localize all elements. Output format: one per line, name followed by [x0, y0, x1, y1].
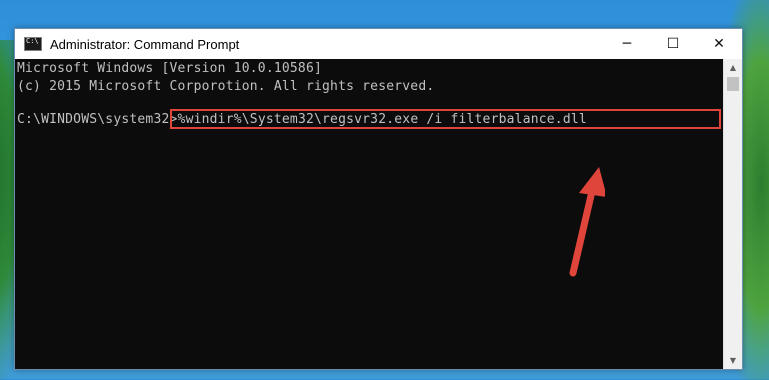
close-button[interactable]: ✕ [696, 29, 742, 59]
command-prompt-window: Administrator: Command Prompt ─ ☐ ✕ Micr… [14, 28, 743, 370]
vertical-scrollbar[interactable]: ▲ ▼ [723, 59, 742, 369]
title-bar[interactable]: Administrator: Command Prompt ─ ☐ ✕ [15, 29, 742, 59]
red-arrow-icon [569, 167, 605, 277]
console-output[interactable]: Microsoft Windows [Version 10.0.10586] (… [15, 59, 724, 369]
scrollbar-thumb[interactable] [727, 77, 739, 91]
window-title: Administrator: Command Prompt [50, 36, 240, 52]
window-controls: ─ ☐ ✕ [604, 29, 742, 59]
scroll-up-icon[interactable]: ▲ [724, 59, 742, 76]
console-line: (c) 2015 Microsoft Corporotion. All righ… [17, 79, 435, 94]
scroll-down-icon[interactable]: ▼ [724, 352, 742, 369]
cmd-app-icon [24, 37, 42, 51]
maximize-button[interactable]: ☐ [650, 29, 696, 59]
prompt-text: C:\WINDOWS\system32> [17, 112, 178, 127]
command-highlight-box [170, 109, 721, 129]
console-line: Microsoft Windows [Version 10.0.10586] [17, 61, 323, 76]
minimize-button[interactable]: ─ [604, 29, 650, 59]
